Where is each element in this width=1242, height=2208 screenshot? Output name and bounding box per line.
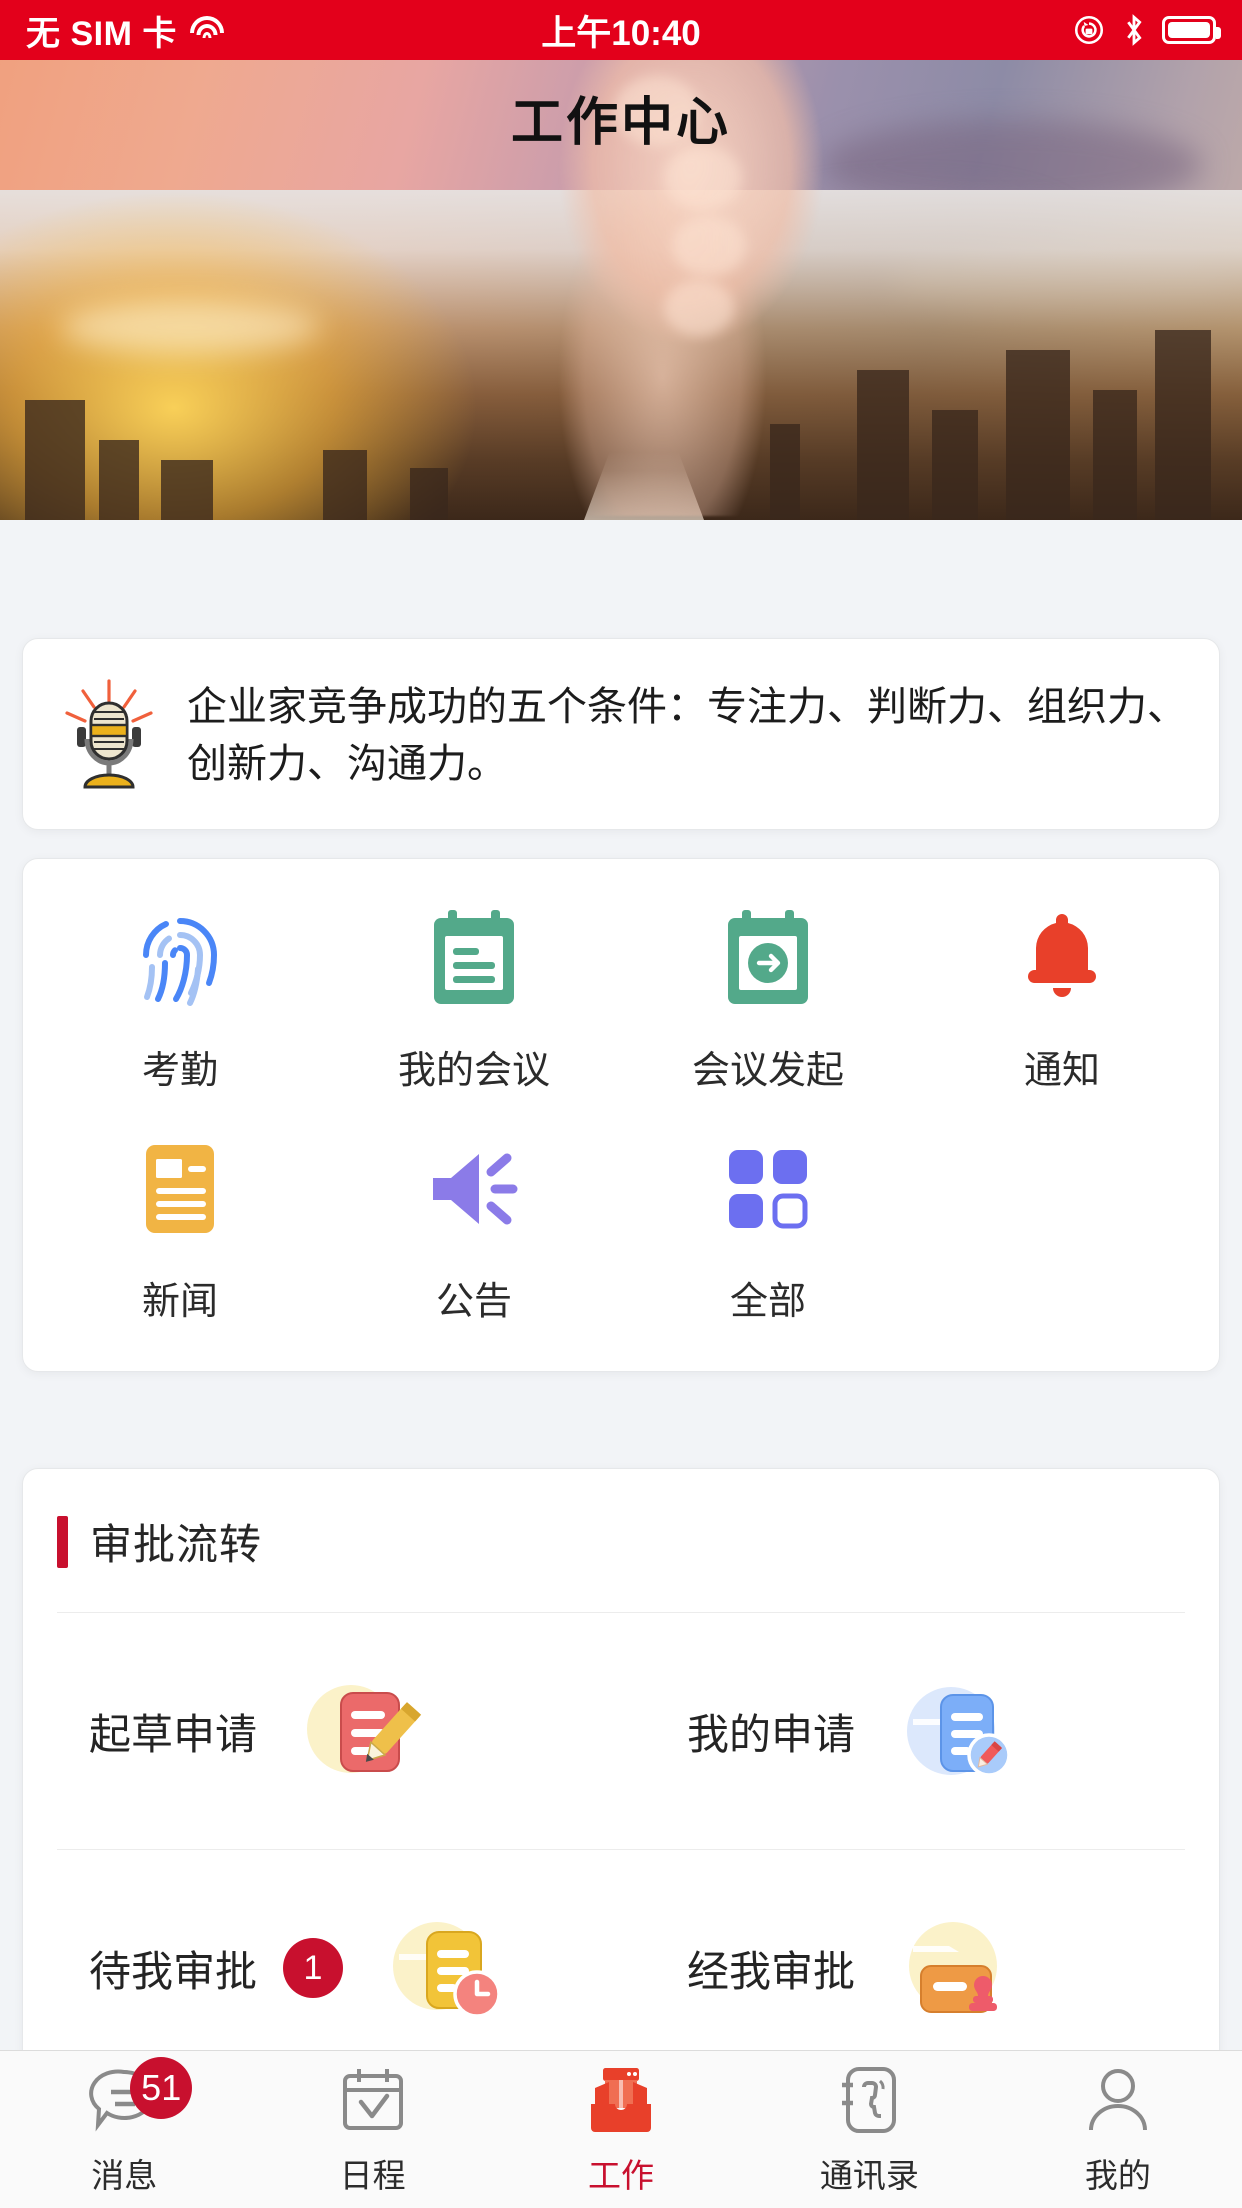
person-icon — [1081, 2063, 1155, 2137]
app-item-news[interactable]: 新闻 — [33, 1134, 327, 1325]
calendar-check-icon — [336, 2063, 410, 2137]
status-badge: 1 — [283, 1938, 344, 1998]
bottom-tab-bar: 51 消息 日程 工作 通讯录 我的 — [0, 2050, 1242, 2208]
pending-approval-clock-icon — [379, 1904, 507, 2032]
my-application-doc-icon — [891, 1667, 1019, 1795]
approval-section: 审批流转 起草申请 我的申请 待我审批 1 经我审批 — [0, 1468, 1242, 2087]
rotation-lock-icon — [1072, 13, 1106, 47]
app-item-attendance[interactable]: 考勤 — [33, 903, 327, 1094]
approved-stamp-icon — [891, 1904, 1019, 2032]
microphone-icon — [57, 679, 161, 791]
status-bar-right — [1072, 13, 1221, 47]
app-label: 考勤 — [141, 1050, 218, 1092]
approval-item-draft[interactable]: 起草申请 — [23, 1613, 621, 1849]
app-label: 我的会议 — [397, 1050, 550, 1092]
app-item-my-meetings[interactable]: 我的会议 — [327, 903, 621, 1094]
tab-label: 通讯录 — [819, 2156, 919, 2194]
tab-profile[interactable]: 我的 — [994, 2051, 1242, 2208]
approval-header: 审批流转 — [23, 1469, 1219, 1612]
main-content: 企业家竞争成功的五个条件：专注力、判断力、组织力、创新力、沟通力。 考勤 我的会… — [0, 0, 1242, 2208]
draft-document-pencil-icon — [293, 1667, 422, 1795]
tab-contacts[interactable]: 通讯录 — [745, 2051, 993, 2208]
announcement-text: 企业家竞争成功的五个条件：专注力、判断力、组织力、创新力、沟通力。 — [187, 685, 1187, 786]
clock-label: 上午10:40 — [541, 13, 701, 53]
approval-card: 审批流转 起草申请 我的申请 待我审批 1 经我审批 — [22, 1468, 1220, 2087]
megaphone-icon — [419, 1134, 529, 1244]
tab-label: 我的 — [1084, 2156, 1151, 2194]
tab-work[interactable]: 工作 — [497, 2051, 745, 2208]
news-document-icon — [125, 1134, 235, 1244]
battery-icon — [1162, 16, 1221, 44]
announcement-card[interactable]: 企业家竞争成功的五个条件：专注力、判断力、组织力、创新力、沟通力。 — [22, 638, 1220, 830]
fingerprint-icon — [125, 903, 235, 1013]
briefcase-icon — [584, 2063, 658, 2137]
tab-label: 工作 — [588, 2156, 655, 2194]
section-title: 审批流转 — [90, 1521, 263, 1568]
section-accent-bar — [57, 1515, 68, 1568]
grid-apps-icon — [713, 1134, 823, 1244]
approval-label: 起草申请 — [89, 1710, 258, 1758]
approval-label: 待我审批 — [89, 1947, 258, 1995]
approval-label: 我的申请 — [687, 1710, 856, 1758]
phonebook-icon — [832, 2063, 906, 2137]
tab-label: 消息 — [91, 2156, 158, 2194]
tab-schedule[interactable]: 日程 — [248, 2051, 496, 2208]
app-grid-section: 考勤 我的会议 会议发起 通知 新闻 公告 全部 — [0, 858, 1242, 1372]
bluetooth-icon — [1122, 13, 1146, 47]
app-item-notification[interactable]: 通知 — [915, 903, 1209, 1094]
app-label: 会议发起 — [691, 1050, 844, 1092]
app-label: 新闻 — [141, 1281, 218, 1323]
status-bar: 无 SIM 卡 上午10:40 — [0, 0, 1242, 60]
app-grid-spacer — [915, 1134, 1209, 1325]
bell-icon — [1007, 903, 1117, 1013]
app-item-all[interactable]: 全部 — [621, 1134, 915, 1325]
app-item-announcement[interactable]: 公告 — [327, 1134, 621, 1325]
app-label: 公告 — [435, 1281, 512, 1323]
app-label: 全部 — [729, 1281, 806, 1323]
announcement-section: 企业家竞争成功的五个条件：专注力、判断力、组织力、创新力、沟通力。 — [0, 638, 1242, 830]
app-grid-card: 考勤 我的会议 会议发起 通知 新闻 公告 全部 — [22, 858, 1220, 1372]
clipboard-icon — [419, 903, 529, 1013]
app-screen: 工作中心 无 SIM 卡 上午10:40 企业家竞争成功的五个条件：专注力、判断… — [0, 0, 1242, 2208]
tab-label: 日程 — [339, 2156, 406, 2194]
app-item-create-meeting[interactable]: 会议发起 — [621, 903, 915, 1094]
approval-item-my-application[interactable]: 我的申请 — [621, 1613, 1219, 1849]
approval-label: 经我审批 — [687, 1947, 856, 1995]
message-count-badge: 51 — [130, 2057, 193, 2119]
approval-row: 起草申请 我的申请 — [23, 1613, 1219, 1849]
calendar-arrow-icon — [713, 903, 823, 1013]
app-label: 通知 — [1023, 1050, 1100, 1092]
tab-messages[interactable]: 51 消息 — [0, 2051, 248, 2208]
app-grid: 考勤 我的会议 会议发起 通知 新闻 公告 全部 — [33, 903, 1209, 1325]
